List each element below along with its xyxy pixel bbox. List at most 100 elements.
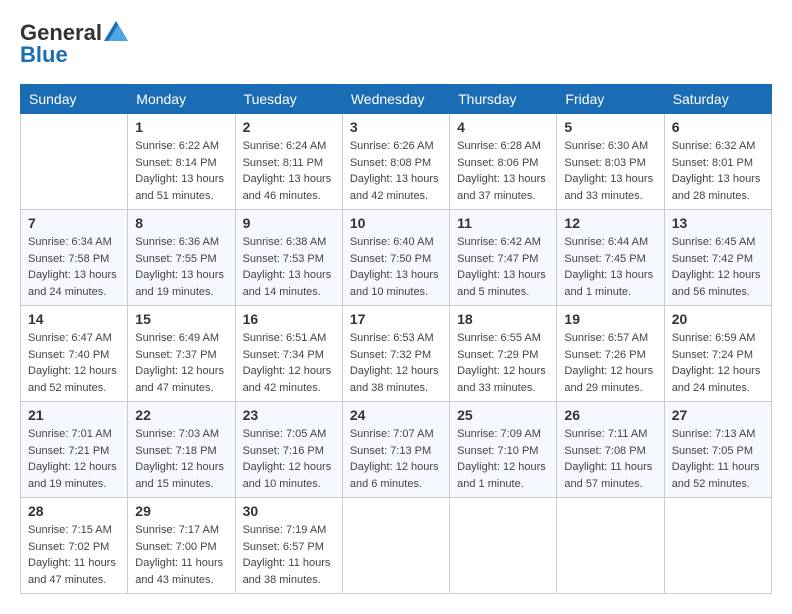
calendar-cell (450, 498, 557, 594)
day-number: 7 (28, 215, 120, 231)
day-info: Sunrise: 6:38 AM Sunset: 7:53 PM Dayligh… (243, 234, 335, 300)
calendar-cell: 7 Sunrise: 6:34 AM Sunset: 7:58 PM Daylig… (21, 210, 128, 306)
calendar-week-row: 14 Sunrise: 6:47 AM Sunset: 7:40 PM Dayli… (21, 306, 772, 402)
calendar-cell (664, 498, 771, 594)
calendar-cell: 2 Sunrise: 6:24 AM Sunset: 8:11 PM Daylig… (235, 114, 342, 210)
day-number: 24 (350, 407, 442, 423)
day-number: 4 (457, 119, 549, 135)
calendar-cell: 4 Sunrise: 6:28 AM Sunset: 8:06 PM Daylig… (450, 114, 557, 210)
day-info: Sunrise: 7:03 AM Sunset: 7:18 PM Dayligh… (135, 426, 227, 492)
day-info: Sunrise: 6:30 AM Sunset: 8:03 PM Dayligh… (564, 138, 656, 204)
calendar-cell: 26 Sunrise: 7:11 AM Sunset: 7:08 PM Dayli… (557, 402, 664, 498)
day-info: Sunrise: 7:11 AM Sunset: 7:08 PM Dayligh… (564, 426, 656, 492)
day-number: 22 (135, 407, 227, 423)
calendar-week-row: 21 Sunrise: 7:01 AM Sunset: 7:21 PM Dayli… (21, 402, 772, 498)
day-number: 1 (135, 119, 227, 135)
calendar-cell: 13 Sunrise: 6:45 AM Sunset: 7:42 PM Dayli… (664, 210, 771, 306)
day-number: 11 (457, 215, 549, 231)
day-number: 19 (564, 311, 656, 327)
calendar-cell: 3 Sunrise: 6:26 AM Sunset: 8:08 PM Daylig… (342, 114, 449, 210)
day-info: Sunrise: 6:36 AM Sunset: 7:55 PM Dayligh… (135, 234, 227, 300)
calendar-day-header: Sunday (21, 85, 128, 114)
logo-icon (104, 21, 128, 41)
calendar-cell: 19 Sunrise: 6:57 AM Sunset: 7:26 PM Dayli… (557, 306, 664, 402)
day-number: 10 (350, 215, 442, 231)
day-info: Sunrise: 6:32 AM Sunset: 8:01 PM Dayligh… (672, 138, 764, 204)
day-info: Sunrise: 7:17 AM Sunset: 7:00 PM Dayligh… (135, 522, 227, 588)
day-info: Sunrise: 7:07 AM Sunset: 7:13 PM Dayligh… (350, 426, 442, 492)
day-info: Sunrise: 6:53 AM Sunset: 7:32 PM Dayligh… (350, 330, 442, 396)
day-info: Sunrise: 7:01 AM Sunset: 7:21 PM Dayligh… (28, 426, 120, 492)
day-info: Sunrise: 6:28 AM Sunset: 8:06 PM Dayligh… (457, 138, 549, 204)
calendar-cell: 18Sunrise: 6:55 AM Sunset: 7:29 PM Dayli… (450, 306, 557, 402)
day-number: 26 (564, 407, 656, 423)
day-info: Sunrise: 7:13 AM Sunset: 7:05 PM Dayligh… (672, 426, 764, 492)
day-number: 15 (135, 311, 227, 327)
day-number: 9 (243, 215, 335, 231)
calendar-cell (557, 498, 664, 594)
day-number: 13 (672, 215, 764, 231)
calendar-table: SundayMondayTuesdayWednesdayThursdayFrid… (20, 84, 772, 594)
day-info: Sunrise: 6:26 AM Sunset: 8:08 PM Dayligh… (350, 138, 442, 204)
day-info: Sunrise: 6:44 AM Sunset: 7:45 PM Dayligh… (564, 234, 656, 300)
calendar-cell (342, 498, 449, 594)
day-number: 23 (243, 407, 335, 423)
calendar-cell: 14 Sunrise: 6:47 AM Sunset: 7:40 PM Dayli… (21, 306, 128, 402)
calendar-day-header: Tuesday (235, 85, 342, 114)
calendar-cell: 24 Sunrise: 7:07 AM Sunset: 7:13 PM Dayli… (342, 402, 449, 498)
day-number: 28 (28, 503, 120, 519)
calendar-cell: 29 Sunrise: 7:17 AM Sunset: 7:00 PM Dayli… (128, 498, 235, 594)
day-number: 2 (243, 119, 335, 135)
day-number: 30 (243, 503, 335, 519)
page-header: General Blue (20, 20, 772, 68)
day-number: 16 (243, 311, 335, 327)
day-info: Sunrise: 6:59 AM Sunset: 7:24 PM Dayligh… (672, 330, 764, 396)
calendar-cell: 15 Sunrise: 6:49 AM Sunset: 7:37 PM Dayli… (128, 306, 235, 402)
day-info: Sunrise: 7:05 AM Sunset: 7:16 PM Dayligh… (243, 426, 335, 492)
logo: General Blue (20, 20, 128, 68)
day-info: Sunrise: 7:15 AM Sunset: 7:02 PM Dayligh… (28, 522, 120, 588)
day-info: Sunrise: 6:51 AM Sunset: 7:34 PM Dayligh… (243, 330, 335, 396)
calendar-cell: 10 Sunrise: 6:40 AM Sunset: 7:50 PM Dayli… (342, 210, 449, 306)
day-number: 21 (28, 407, 120, 423)
day-number: 12 (564, 215, 656, 231)
calendar-day-header: Friday (557, 85, 664, 114)
day-number: 20 (672, 311, 764, 327)
calendar-day-header: Monday (128, 85, 235, 114)
day-number: 14 (28, 311, 120, 327)
calendar-day-header: Thursday (450, 85, 557, 114)
day-info: Sunrise: 6:34 AM Sunset: 7:58 PM Dayligh… (28, 234, 120, 300)
day-info: Sunrise: 6:55 AM Sunset: 7:29 PM Dayligh… (457, 330, 549, 396)
day-number: 29 (135, 503, 227, 519)
day-number: 25 (457, 407, 549, 423)
calendar-header-row: SundayMondayTuesdayWednesdayThursdayFrid… (21, 85, 772, 114)
day-info: Sunrise: 6:22 AM Sunset: 8:14 PM Dayligh… (135, 138, 227, 204)
day-info: Sunrise: 6:47 AM Sunset: 7:40 PM Dayligh… (28, 330, 120, 396)
day-info: Sunrise: 7:09 AM Sunset: 7:10 PM Dayligh… (457, 426, 549, 492)
calendar-week-row: 7 Sunrise: 6:34 AM Sunset: 7:58 PM Daylig… (21, 210, 772, 306)
day-number: 17 (350, 311, 442, 327)
calendar-cell: 22 Sunrise: 7:03 AM Sunset: 7:18 PM Dayli… (128, 402, 235, 498)
day-info: Sunrise: 6:57 AM Sunset: 7:26 PM Dayligh… (564, 330, 656, 396)
calendar-cell: 12 Sunrise: 6:44 AM Sunset: 7:45 PM Dayli… (557, 210, 664, 306)
day-number: 6 (672, 119, 764, 135)
calendar-cell: 27 Sunrise: 7:13 AM Sunset: 7:05 PM Dayli… (664, 402, 771, 498)
day-info: Sunrise: 6:42 AM Sunset: 7:47 PM Dayligh… (457, 234, 549, 300)
calendar-cell: 28 Sunrise: 7:15 AM Sunset: 7:02 PM Dayli… (21, 498, 128, 594)
calendar-cell: 6 Sunrise: 6:32 AM Sunset: 8:01 PM Daylig… (664, 114, 771, 210)
day-info: Sunrise: 6:45 AM Sunset: 7:42 PM Dayligh… (672, 234, 764, 300)
calendar-cell: 8 Sunrise: 6:36 AM Sunset: 7:55 PM Daylig… (128, 210, 235, 306)
calendar-cell: 9 Sunrise: 6:38 AM Sunset: 7:53 PM Daylig… (235, 210, 342, 306)
day-number: 5 (564, 119, 656, 135)
day-info: Sunrise: 6:40 AM Sunset: 7:50 PM Dayligh… (350, 234, 442, 300)
calendar-cell: 21 Sunrise: 7:01 AM Sunset: 7:21 PM Dayli… (21, 402, 128, 498)
calendar-cell: 25 Sunrise: 7:09 AM Sunset: 7:10 PM Dayli… (450, 402, 557, 498)
day-number: 3 (350, 119, 442, 135)
calendar-day-header: Wednesday (342, 85, 449, 114)
day-info: Sunrise: 6:24 AM Sunset: 8:11 PM Dayligh… (243, 138, 335, 204)
day-number: 27 (672, 407, 764, 423)
day-info: Sunrise: 6:49 AM Sunset: 7:37 PM Dayligh… (135, 330, 227, 396)
logo-blue-text: Blue (20, 42, 68, 68)
calendar-cell: 16 Sunrise: 6:51 AM Sunset: 7:34 PM Dayli… (235, 306, 342, 402)
day-number: 8 (135, 215, 227, 231)
